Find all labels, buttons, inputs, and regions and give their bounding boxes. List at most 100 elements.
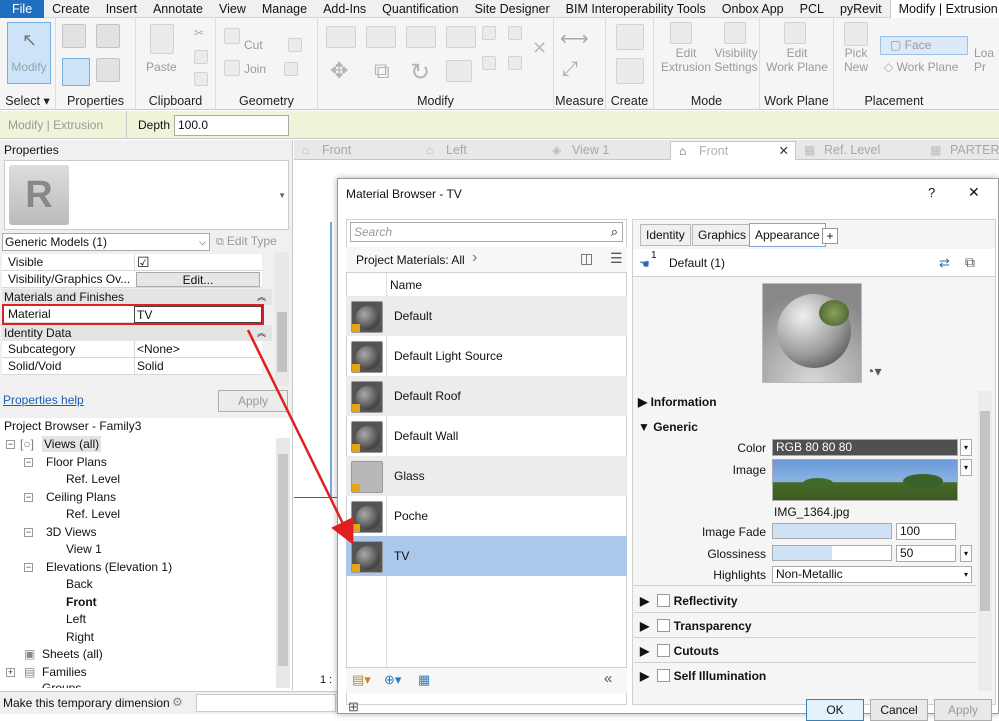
select-dropdown[interactable]: Select ▾ [0,93,55,108]
tree-front[interactable]: Front [66,594,97,610]
trim-icon[interactable] [508,26,522,40]
view-tab-view-1[interactable]: ◈ View 1 [544,141,670,160]
tab-modify-extrusion[interactable]: Modify | Extrusion [889,0,999,18]
tab-pyrevit[interactable]: pyRevit [832,0,890,18]
tree-families[interactable]: Families [42,664,87,680]
solid-void-value[interactable]: Solid [134,358,262,375]
tab-annotate[interactable]: Annotate [145,0,211,18]
dimension-icon[interactable]: ⤢ [562,58,578,81]
cut-label[interactable]: Cut [244,38,263,52]
edit-visibility-button[interactable]: Edit... [136,272,260,287]
properties-icon[interactable] [62,24,86,48]
copy-icon[interactable] [194,50,208,64]
scroll-thumb[interactable] [277,312,287,372]
tree-views-all[interactable]: Views (all) [42,436,102,452]
self-illumination-checkbox[interactable] [656,669,670,682]
name-column-header[interactable]: Name [390,278,422,292]
tree-ceiling-plans[interactable]: Ceiling Plans [46,489,116,505]
image-dropdown-icon[interactable]: ▾ [960,459,972,476]
status-field[interactable] [196,694,336,712]
pick-new-button[interactable]: Pick New [840,46,872,74]
asset-browser-icon[interactable]: ▦ [418,672,430,688]
section-reflectivity[interactable]: ▶ Reflectivity [640,594,738,608]
glossiness-dropdown-icon[interactable]: ▾ [960,545,972,562]
browser-scrollbar[interactable] [276,438,290,688]
tab-insert[interactable]: Insert [98,0,145,18]
tab-site-designer[interactable]: Site Designer [467,0,558,18]
transparency-checkbox[interactable] [656,619,670,632]
tree-view-1[interactable]: View 1 [66,541,102,557]
paste-icon[interactable] [150,24,174,54]
trim-extend-icon[interactable] [446,60,472,82]
edit-extrusion-icon[interactable] [670,22,692,44]
project-materials-filter[interactable]: Project Materials: All [356,253,465,267]
type-selector[interactable]: Generic Models (1) ⌵ [2,233,210,251]
type-properties-icon[interactable] [96,24,120,48]
material-item-poche[interactable]: Poche [346,496,627,536]
panel-toggle-icon[interactable]: ◫ [580,250,593,267]
visibility-settings-icon[interactable] [724,22,746,44]
split-face-icon[interactable] [284,62,298,76]
section-generic[interactable]: ▼ Generic [638,420,698,434]
collapse-icon[interactable]: − [24,563,33,572]
search-input[interactable]: Search ⌕ [350,222,623,242]
tree-back[interactable]: Back [66,576,93,592]
properties-help-link[interactable]: Properties help [3,393,84,407]
create-similar-icon[interactable] [616,24,644,50]
library-panel-icon[interactable]: ⊞ [348,699,359,715]
collapse-icon[interactable]: − [24,528,33,537]
image-filename[interactable]: IMG_1364.jpg [774,505,849,519]
tab-graphics[interactable]: Graphics [692,224,753,246]
view-tab-parter[interactable]: ▦ PARTER [922,141,999,160]
view-tab-left[interactable]: ⌂ Left [418,141,544,160]
edit-type-button[interactable]: ⧉ Edit Type [216,234,277,249]
tab-pcl[interactable]: PCL [792,0,832,18]
cancel-button[interactable]: Cancel [870,699,928,721]
visibility-settings-button[interactable]: Visibility Settings [710,46,762,74]
material-item-tv-selected[interactable]: TV [346,536,627,576]
cut-geometry-icon[interactable] [224,28,240,44]
tab-identity[interactable]: Identity [640,224,691,246]
section-identity[interactable]: Identity Data ︽ [2,325,272,341]
tree-right[interactable]: Right [66,629,94,645]
wall-joins-icon[interactable] [288,38,302,52]
material-item-default[interactable]: Default [346,296,627,336]
expand-icon[interactable]: + [6,668,15,677]
library-icon[interactable]: ▤▾ [352,672,371,688]
color-dropdown-icon[interactable]: ▾ [960,439,972,456]
glossiness-input[interactable]: 50 [896,545,956,562]
material-item-default-roof[interactable]: Default Roof [346,376,627,416]
ok-button[interactable]: OK [806,699,864,721]
load-into-project-button[interactable]: Loa Pr [974,46,994,74]
work-plane-button[interactable]: ◇ Work Plane [884,60,958,74]
scroll-thumb[interactable] [980,411,990,611]
pick-new-icon[interactable] [844,22,868,46]
add-material-icon[interactable]: ⊕▾ [384,672,401,688]
measure-icon[interactable]: ⟷ [560,26,589,51]
scale-icon[interactable] [508,56,522,70]
editor-scrollbar[interactable] [978,391,992,691]
close-icon[interactable]: ✕ [779,142,789,161]
tree-left[interactable]: Left [66,611,86,627]
offset-icon[interactable] [366,26,396,48]
create-group-icon[interactable] [616,58,644,84]
edit-work-plane-button[interactable]: Edit Work Plane [764,46,830,74]
image-fade-slider[interactable] [772,523,892,539]
family-types-button[interactable] [62,58,90,86]
help-button[interactable]: ? [928,185,935,200]
align-icon[interactable] [326,26,356,48]
join-label[interactable]: Join [244,62,266,76]
subcategory-value[interactable]: <None> [134,341,262,358]
tree-3d-views[interactable]: 3D Views [46,524,96,540]
close-button[interactable]: ✕ [968,184,980,201]
split-icon[interactable] [482,26,496,40]
join-icon[interactable] [224,60,240,76]
image-fade-input[interactable]: 100 [896,523,956,540]
edit-work-plane-icon[interactable] [784,22,806,44]
material-item-default-wall[interactable]: Default Wall [346,416,627,456]
reflectivity-checkbox[interactable] [656,594,670,607]
tree-floor-plans[interactable]: Floor Plans [46,454,107,470]
scroll-thumb[interactable] [278,454,288,666]
chevron-right-icon[interactable]: › [472,249,477,267]
tab-onbox-app[interactable]: Onbox App [714,0,792,18]
